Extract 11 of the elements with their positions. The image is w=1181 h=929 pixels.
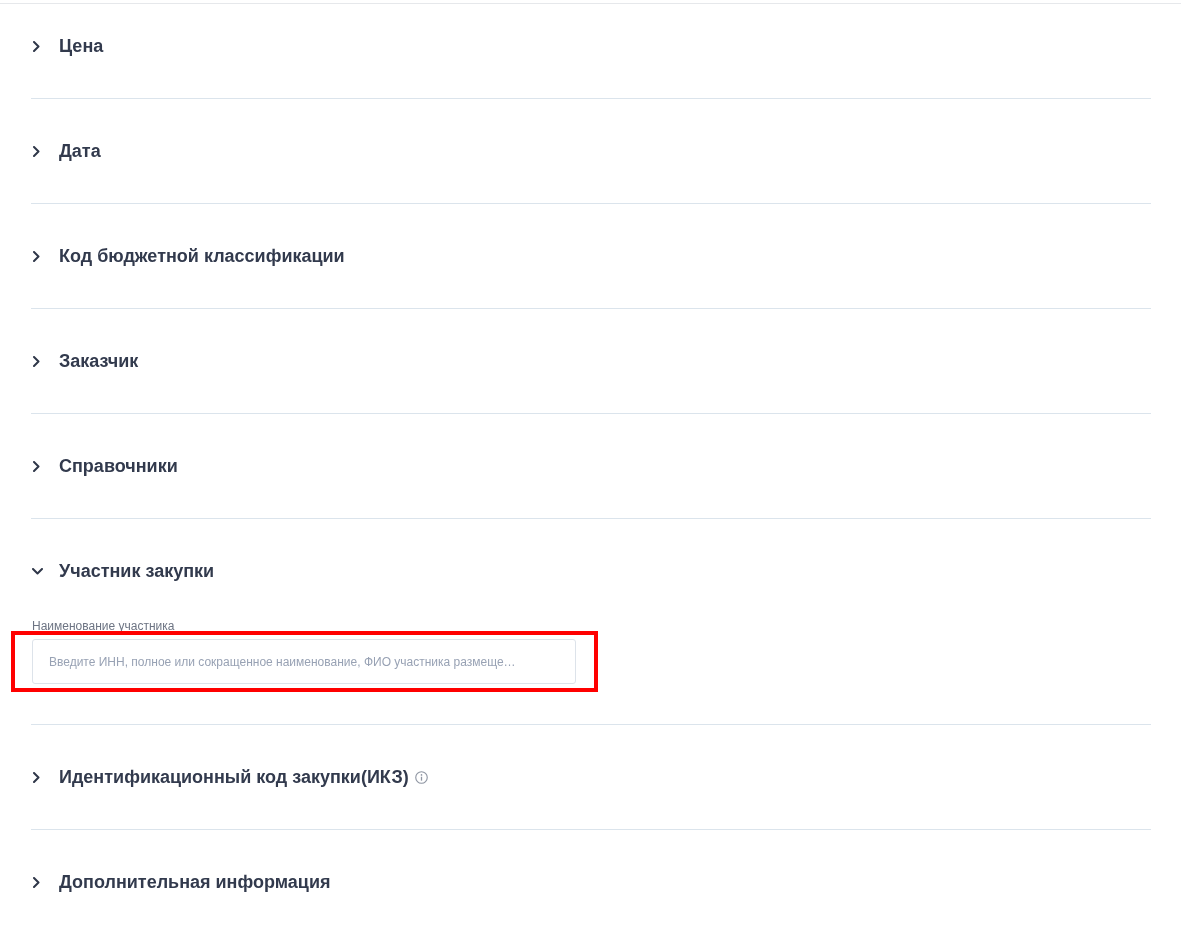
- section-header[interactable]: Код бюджетной классификации: [31, 244, 345, 268]
- input-field[interactable]: Введите ИНН, полное или сокращенное наименование, ФИО участника размеще…: [32, 639, 576, 684]
- section-header[interactable]: Участник закупки: [31, 559, 215, 583]
- section-header[interactable]: Идентификационный код закупки(ИКЗ): [31, 765, 428, 789]
- section-header[interactable]: Заказчик: [31, 349, 139, 373]
- info-icon[interactable]: [414, 770, 428, 784]
- section-header[interactable]: Дополнительная информация: [31, 870, 331, 894]
- field-label: Наименование участника: [31, 619, 175, 633]
- section-header[interactable]: Цена: [31, 34, 104, 58]
- section-header[interactable]: Справочники: [31, 454, 178, 478]
- section-header[interactable]: Дата: [31, 139, 101, 163]
